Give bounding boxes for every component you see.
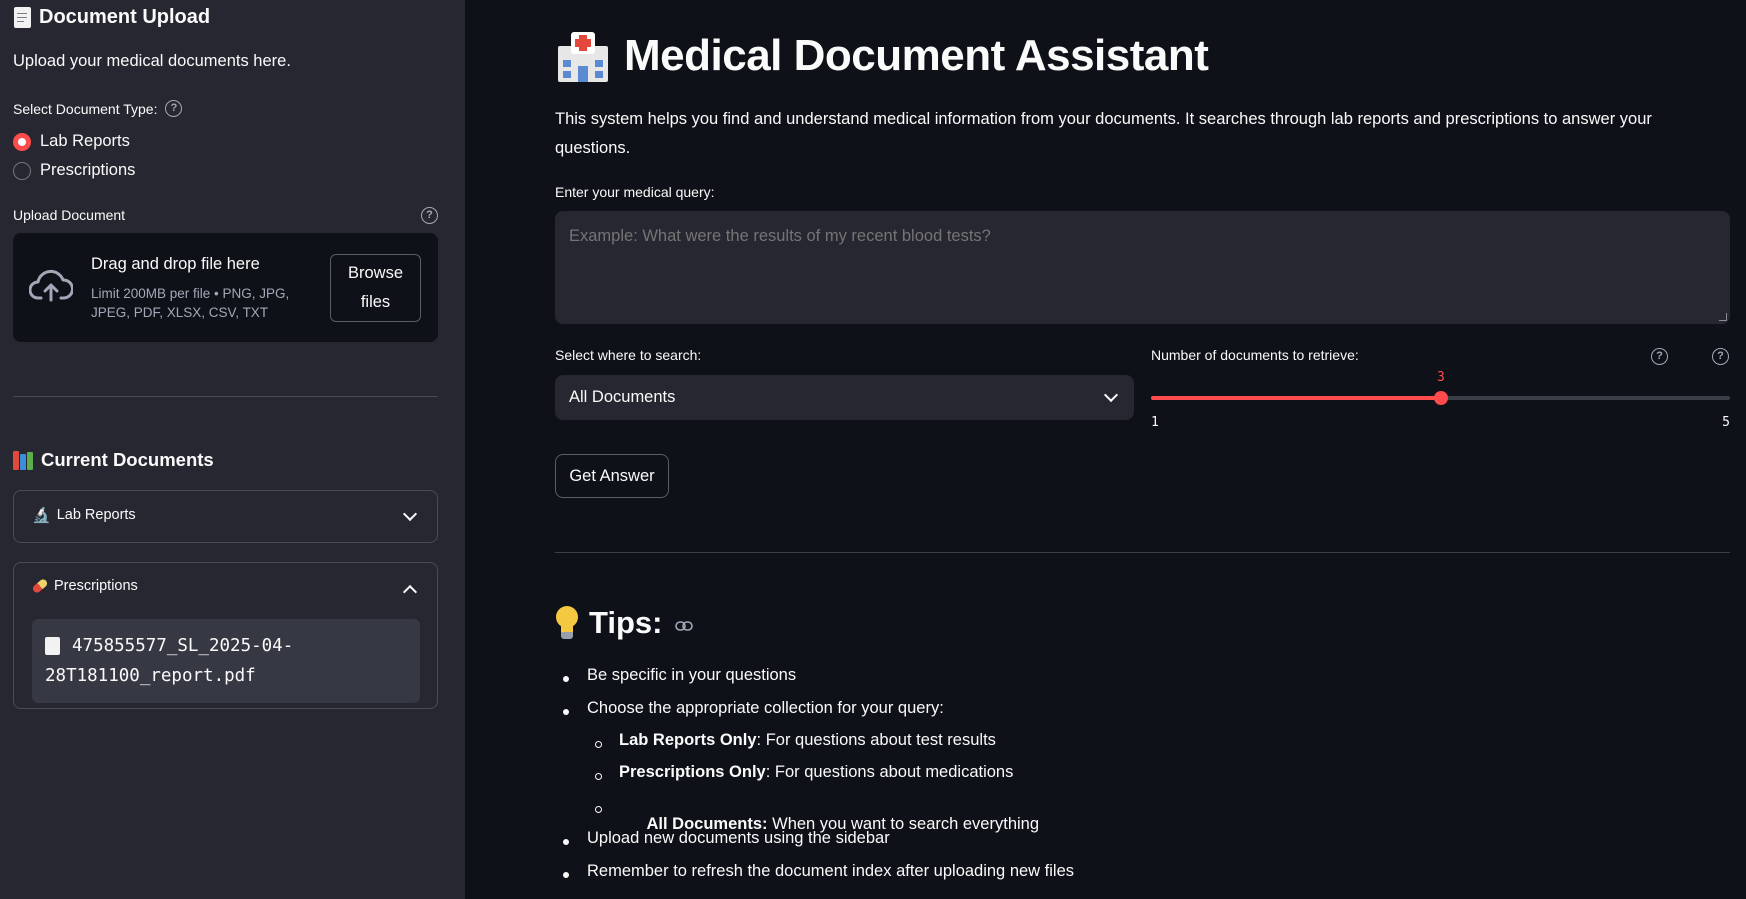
expander-label: Lab Reports <box>56 507 136 523</box>
sub-bullet-icon <box>595 806 602 813</box>
tip-item: Choose the appropriate collection for yo… <box>587 699 944 717</box>
search-label: Select where to search: <box>555 347 702 363</box>
tip-subitem: Prescriptions Only: For questions about … <box>619 763 1014 781</box>
page-icon <box>14 6 31 28</box>
sidebar: Document Upload Upload your medical docu… <box>0 0 465 899</box>
page-icon <box>45 637 60 655</box>
doc-type-label: Select Document Type: ? <box>13 100 183 117</box>
dropzone-title: Drag and drop file here <box>91 255 260 273</box>
file-dropzone[interactable]: Drag and drop file here Limit 200MB per … <box>13 233 438 342</box>
chevron-down-icon <box>1103 387 1119 403</box>
tips-title: Tips: <box>589 605 663 640</box>
slider-thumb[interactable] <box>1434 391 1448 405</box>
bullet-icon <box>563 872 569 878</box>
upload-header: Document Upload <box>14 3 210 31</box>
browse-files-button[interactable]: Browse files <box>330 254 421 322</box>
description: This system helps you find and understan… <box>555 110 1652 157</box>
tip-item: Upload new documents using the sidebar <box>587 829 890 847</box>
dropzone-limit: Limit 200MB per file • PNG, JPG, JPEG, P… <box>91 286 290 320</box>
docs-slider[interactable]: 3 1 5 <box>1151 370 1730 430</box>
slider-max-label: 5 <box>1722 415 1730 430</box>
help-icon[interactable]: ? <box>165 100 183 117</box>
tip-subitem: Lab Reports Only: For questions about te… <box>619 731 996 749</box>
expander-label: Prescriptions <box>54 578 138 594</box>
hospital-icon <box>556 30 610 82</box>
main-content: Medical Document Assistant This system h… <box>465 0 1746 899</box>
slider-value-label: 3 <box>1437 370 1445 385</box>
pill-icon <box>31 577 49 595</box>
tips-header: Tips: <box>555 602 693 644</box>
lightbulb-icon <box>555 606 579 640</box>
file-name-line2: 28T181100_report.pdf <box>45 666 256 686</box>
divider <box>13 396 438 397</box>
tip-item: Be specific in your questions <box>587 666 797 684</box>
upload-title: Document Upload <box>39 5 211 28</box>
resize-handle-icon[interactable] <box>1719 313 1727 321</box>
current-docs-header: Current Documents <box>13 447 214 473</box>
help-icon[interactable]: ? <box>1651 348 1668 365</box>
help-icon[interactable]: ? <box>421 207 438 224</box>
search-select[interactable]: All Documents <box>555 375 1134 420</box>
bullet-icon <box>563 676 569 682</box>
search-selected-value: All Documents <box>569 388 676 406</box>
radio-lab-reports[interactable]: Lab Reports <box>13 132 130 151</box>
chevron-up-icon[interactable] <box>402 584 418 600</box>
file-code-block: 475855577_SL_2025-04- 28T181100_report.p… <box>32 619 420 703</box>
slider-fill <box>1151 396 1441 400</box>
microscope-icon: 🔬 <box>32 506 51 524</box>
tip-item: Remember to refresh the document index a… <box>587 862 1075 880</box>
books-icon <box>13 450 33 470</box>
radio-prescriptions[interactable]: Prescriptions <box>13 161 135 180</box>
radio-unselected-icon[interactable] <box>13 161 31 180</box>
bullet-icon <box>563 839 569 845</box>
upload-label: Upload Document <box>13 207 126 223</box>
radio-selected-icon[interactable] <box>13 132 31 151</box>
slider-min-label: 1 <box>1151 415 1159 430</box>
current-docs-title: Current Documents <box>41 449 214 470</box>
sub-bullet-icon <box>595 741 602 748</box>
tips-list: Be specific in your questions Choose the… <box>555 666 1655 896</box>
expander-prescriptions[interactable]: Prescriptions 475855577_SL_2025-04- 28T1… <box>13 562 438 709</box>
chevron-down-icon[interactable] <box>402 506 418 522</box>
divider <box>555 552 1730 553</box>
cloud-upload-icon <box>29 269 73 302</box>
file-name-line1: 475855577_SL_2025-04- <box>72 636 294 656</box>
slider-label: Number of documents to retrieve: <box>1151 347 1359 363</box>
page-title: Medical Document Assistant <box>556 28 1209 84</box>
get-answer-button[interactable]: Get Answer <box>555 454 669 498</box>
help-icon[interactable]: ? <box>1712 348 1729 365</box>
query-input[interactable] <box>555 211 1730 324</box>
bullet-icon <box>563 709 569 715</box>
upload-subtitle: Upload your medical documents here. <box>13 52 291 70</box>
link-icon[interactable] <box>674 620 693 632</box>
expander-lab-reports[interactable]: 🔬 Lab Reports <box>13 490 438 543</box>
sub-bullet-icon <box>595 773 602 780</box>
query-label: Enter your medical query: <box>555 184 715 200</box>
